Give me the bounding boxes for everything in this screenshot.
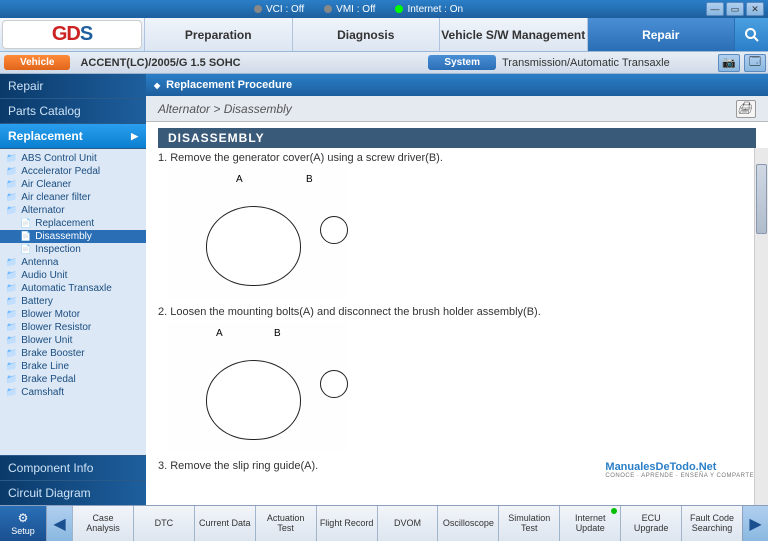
bottom-tab-simulation-test[interactable]: Simulation Test: [498, 506, 559, 541]
tree-sub-disassembly[interactable]: Disassembly: [0, 230, 146, 243]
tree-item[interactable]: Battery: [0, 295, 146, 308]
tree-item[interactable]: Air Cleaner: [0, 178, 146, 191]
sidebar-parts-catalog[interactable]: Parts Catalog: [0, 99, 146, 124]
nav-forward-button[interactable]: ▶: [742, 506, 768, 541]
tree-item[interactable]: Blower Unit: [0, 334, 146, 347]
scroll-thumb[interactable]: [756, 164, 767, 234]
bottom-tabs: Case Analysis DTC Current Data Actuation…: [72, 506, 742, 541]
tree-item[interactable]: Accelerator Pedal: [0, 165, 146, 178]
breadcrumb-text: Alternator > Disassembly: [158, 102, 292, 116]
content-panel-title: Replacement Procedure: [146, 74, 768, 96]
nav-back-button[interactable]: ◀: [46, 506, 72, 541]
tree-item[interactable]: Audio Unit: [0, 269, 146, 282]
print-button[interactable]: 🖨: [736, 100, 756, 118]
search-icon: [744, 27, 760, 43]
tree-item[interactable]: Brake Booster: [0, 347, 146, 360]
search-button[interactable]: [734, 18, 768, 51]
sidebar-repair[interactable]: Repair: [0, 74, 146, 99]
bottom-tab-dtc[interactable]: DTC: [133, 506, 194, 541]
sidebar: Repair Parts Catalog Replacement ABS Con…: [0, 74, 146, 505]
bottom-tab-current-data[interactable]: Current Data: [194, 506, 255, 541]
bottom-tab-fault-code-searching[interactable]: Fault Code Searching: [681, 506, 742, 541]
tab-diagnosis[interactable]: Diagnosis: [292, 18, 440, 51]
tree-item[interactable]: Automatic Transaxle: [0, 282, 146, 295]
step-text: 1. Remove the generator cover(A) using a…: [158, 152, 756, 164]
setup-button[interactable]: Setup: [0, 506, 46, 541]
minimize-button[interactable]: —: [706, 2, 724, 16]
main-header: GDS Preparation Diagnosis Vehicle S/W Ma…: [0, 18, 768, 52]
bottom-tab-actuation-test[interactable]: Actuation Test: [255, 506, 316, 541]
tree-item[interactable]: ABS Control Unit: [0, 152, 146, 165]
tab-repair[interactable]: Repair: [587, 18, 735, 51]
watermark: ManualesDeTodo.Net CONOCE · APRENDE · EN…: [605, 461, 754, 479]
step-figure: A B: [168, 322, 348, 452]
section-heading: DISASSEMBLY: [158, 128, 756, 148]
breadcrumb: Alternator > Disassembly 🖨: [146, 96, 768, 122]
system-text: Transmission/Automatic Transaxle: [496, 57, 716, 69]
content-panel: Replacement Procedure Alternator > Disas…: [146, 74, 768, 505]
tree-item[interactable]: Brake Pedal: [0, 373, 146, 386]
bottom-tab-oscilloscope[interactable]: Oscilloscope: [437, 506, 498, 541]
tree-item[interactable]: Brake Line: [0, 360, 146, 373]
camera-icon[interactable]: 📷: [718, 54, 740, 72]
document-body[interactable]: 1. Remove the generator cover(A) using a…: [146, 148, 768, 505]
sidebar-circuit-diagram[interactable]: Circuit Diagram: [0, 480, 146, 505]
bottom-tab-case-analysis[interactable]: Case Analysis: [72, 506, 133, 541]
step-1: 1. Remove the generator cover(A) using a…: [158, 152, 756, 298]
bottom-tab-flight-record[interactable]: Flight Record: [316, 506, 377, 541]
step-text: 2. Loosen the mounting bolts(A) and disc…: [158, 306, 756, 318]
tree-item[interactable]: Antenna: [0, 256, 146, 269]
vehicle-text: ACCENT(LC)/2005/G 1.5 SOHC: [74, 57, 246, 69]
sidebar-replacement[interactable]: Replacement: [0, 124, 146, 149]
step-figure: A B: [168, 168, 348, 298]
status-internet: Internet : On: [395, 4, 463, 15]
status-group: VCI : Off VMI : Off Internet : On: [254, 4, 463, 15]
window-titlebar: VCI : Off VMI : Off Internet : On — ▭ ✕: [0, 0, 768, 18]
window-icon[interactable]: 🗔: [744, 54, 766, 72]
status-vci: VCI : Off: [254, 4, 304, 15]
step-2: 2. Loosen the mounting bolts(A) and disc…: [158, 306, 756, 452]
scrollbar[interactable]: [754, 148, 768, 505]
tree-item[interactable]: Camshaft: [0, 386, 146, 399]
tree-sub-inspection[interactable]: Inspection: [0, 243, 146, 256]
bottom-tab-internet-update[interactable]: Internet Update: [559, 506, 620, 541]
tree-item-alternator[interactable]: Alternator: [0, 204, 146, 217]
tab-vehicle-sw-management[interactable]: Vehicle S/W Management: [439, 18, 587, 51]
tree-item[interactable]: Blower Motor: [0, 308, 146, 321]
tree-item[interactable]: Air cleaner filter: [0, 191, 146, 204]
bottom-tab-ecu-upgrade[interactable]: ECU Upgrade: [620, 506, 681, 541]
vehicle-info-bar: Vehicle ACCENT(LC)/2005/G 1.5 SOHC Syste…: [0, 52, 768, 74]
bottom-tab-dvom[interactable]: DVOM: [377, 506, 438, 541]
status-vmi: VMI : Off: [324, 4, 375, 15]
sidebar-tree[interactable]: ABS Control Unit Accelerator Pedal Air C…: [0, 149, 146, 455]
app-logo: GDS: [2, 20, 142, 49]
tree-sub-replacement[interactable]: Replacement: [0, 217, 146, 230]
sidebar-component-info[interactable]: Component Info: [0, 455, 146, 480]
bottom-toolbar: Setup ◀ Case Analysis DTC Current Data A…: [0, 505, 768, 541]
vehicle-select-button[interactable]: Vehicle: [4, 55, 70, 70]
close-button[interactable]: ✕: [746, 2, 764, 16]
maximize-button[interactable]: ▭: [726, 2, 744, 16]
main-area: Repair Parts Catalog Replacement ABS Con…: [0, 74, 768, 505]
tree-item[interactable]: Blower Resistor: [0, 321, 146, 334]
tab-preparation[interactable]: Preparation: [144, 18, 292, 51]
system-select-button[interactable]: System: [428, 55, 496, 70]
